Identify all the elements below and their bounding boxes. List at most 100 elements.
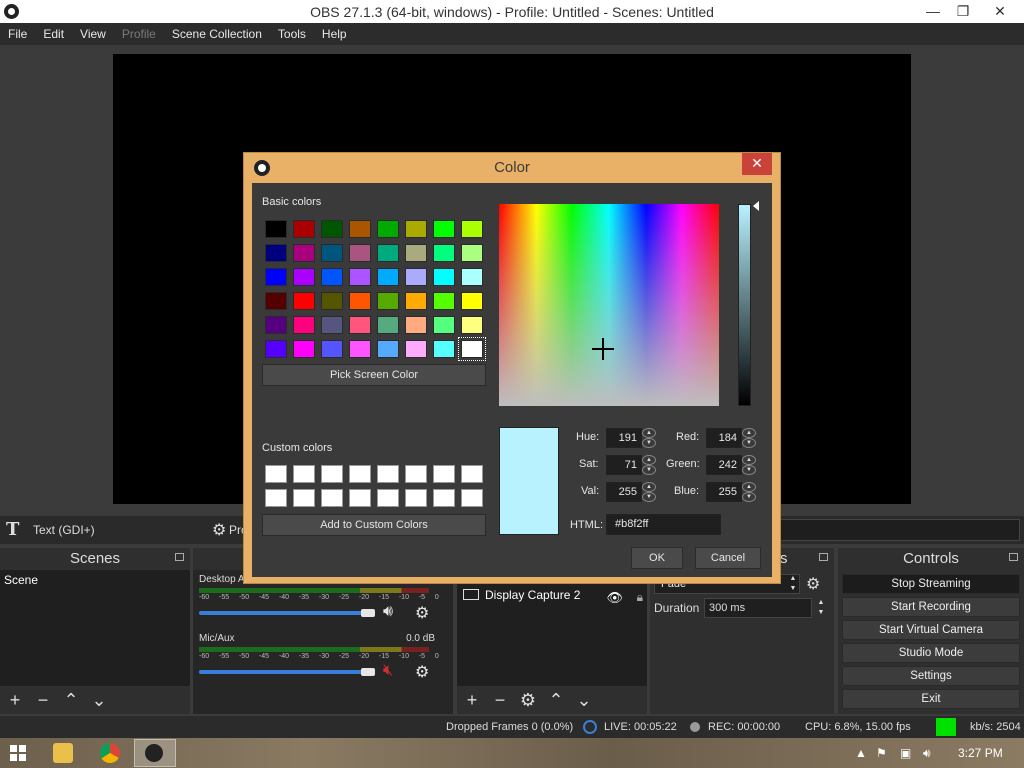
basic-color-swatch[interactable] bbox=[405, 244, 427, 262]
basic-color-swatch[interactable] bbox=[377, 316, 399, 334]
custom-color-swatch[interactable] bbox=[349, 489, 371, 507]
menu-view[interactable]: View bbox=[72, 27, 114, 41]
custom-color-swatch[interactable] bbox=[433, 465, 455, 483]
basic-color-swatch[interactable] bbox=[265, 268, 287, 286]
custom-color-swatch[interactable] bbox=[377, 465, 399, 483]
basic-color-swatch[interactable] bbox=[433, 340, 455, 358]
file-explorer-icon[interactable] bbox=[53, 743, 73, 763]
basic-color-swatch[interactable] bbox=[293, 340, 315, 358]
basic-color-swatch[interactable] bbox=[377, 268, 399, 286]
gear-icon[interactable]: ⚙ bbox=[415, 662, 429, 682]
basic-color-swatch[interactable] bbox=[349, 268, 371, 286]
lock-icon[interactable]: 🔒︎ bbox=[637, 586, 643, 608]
basic-color-swatch[interactable] bbox=[321, 244, 343, 262]
basic-color-swatch[interactable] bbox=[377, 244, 399, 262]
move-up-button[interactable]: ⌃ bbox=[60, 689, 82, 711]
basic-color-swatch[interactable] bbox=[321, 292, 343, 310]
volume-slider[interactable] bbox=[199, 611, 369, 615]
dock-float-icon[interactable] bbox=[819, 553, 828, 561]
basic-color-swatch[interactable] bbox=[461, 292, 483, 310]
basic-color-swatch[interactable] bbox=[433, 268, 455, 286]
hue-field[interactable]: 191 bbox=[606, 428, 642, 448]
menu-help[interactable]: Help bbox=[314, 27, 355, 41]
gear-icon[interactable]: ⚙ bbox=[212, 520, 226, 540]
value-slider-handle-icon[interactable] bbox=[753, 201, 759, 211]
green-field[interactable]: 242 bbox=[706, 455, 742, 475]
value-slider[interactable] bbox=[738, 204, 751, 406]
hue-spinner[interactable]: ▲ ▼ bbox=[642, 428, 656, 448]
basic-color-swatch[interactable] bbox=[265, 316, 287, 334]
basic-color-swatch[interactable] bbox=[293, 268, 315, 286]
cancel-button[interactable]: Cancel bbox=[695, 547, 761, 569]
basic-color-swatch[interactable] bbox=[265, 220, 287, 238]
start-virtual-camera-button[interactable]: Start Virtual Camera bbox=[842, 620, 1020, 640]
add-source-button[interactable]: + bbox=[461, 689, 483, 711]
custom-color-swatch[interactable] bbox=[293, 465, 315, 483]
menu-profile[interactable]: Profile bbox=[114, 27, 164, 41]
gear-icon[interactable]: ⚙ bbox=[806, 574, 820, 594]
source-text-field[interactable] bbox=[770, 519, 1020, 541]
dock-float-icon[interactable] bbox=[1009, 553, 1018, 561]
duration-field[interactable]: 300 ms bbox=[704, 598, 812, 618]
muted-speaker-icon[interactable]: 🔇︎ bbox=[383, 662, 393, 680]
basic-color-swatch[interactable] bbox=[377, 292, 399, 310]
basic-color-swatch[interactable] bbox=[349, 220, 371, 238]
source-properties-button[interactable]: ⚙ bbox=[517, 689, 539, 711]
red-field[interactable]: 184 bbox=[706, 428, 742, 448]
menu-edit[interactable]: Edit bbox=[35, 27, 72, 41]
custom-color-swatch[interactable] bbox=[321, 489, 343, 507]
move-up-button[interactable]: ⌃ bbox=[545, 689, 567, 711]
gear-icon[interactable]: ⚙ bbox=[415, 603, 429, 623]
basic-color-swatch[interactable] bbox=[405, 292, 427, 310]
basic-color-swatch[interactable] bbox=[349, 244, 371, 262]
custom-color-swatch[interactable] bbox=[405, 465, 427, 483]
basic-color-swatch[interactable] bbox=[458, 337, 486, 361]
basic-color-swatch[interactable] bbox=[293, 316, 315, 334]
stop-streaming-button[interactable]: Stop Streaming bbox=[842, 574, 1020, 594]
start-recording-button[interactable]: Start Recording bbox=[842, 597, 1020, 617]
dialog-close-button[interactable]: ✕ bbox=[742, 153, 772, 175]
basic-color-swatch[interactable] bbox=[321, 268, 343, 286]
menu-tools[interactable]: Tools bbox=[270, 27, 314, 41]
basic-color-swatch[interactable] bbox=[349, 316, 371, 334]
action-center-icon[interactable]: ⚑ bbox=[876, 746, 887, 760]
custom-color-swatch[interactable] bbox=[265, 465, 287, 483]
exit-button[interactable]: Exit bbox=[842, 689, 1020, 709]
basic-color-swatch[interactable] bbox=[293, 220, 315, 238]
custom-color-swatch[interactable] bbox=[405, 489, 427, 507]
basic-color-swatch[interactable] bbox=[405, 268, 427, 286]
basic-color-swatch[interactable] bbox=[265, 292, 287, 310]
custom-color-swatch[interactable] bbox=[433, 489, 455, 507]
basic-color-swatch[interactable] bbox=[293, 292, 315, 310]
custom-color-swatch[interactable] bbox=[349, 465, 371, 483]
scene-item[interactable]: Scene bbox=[0, 570, 190, 590]
volume-slider-handle[interactable] bbox=[361, 668, 375, 676]
basic-color-swatch[interactable] bbox=[405, 220, 427, 238]
restore-button[interactable]: ❐ bbox=[948, 0, 978, 23]
blue-spinner[interactable]: ▲ ▼ bbox=[742, 482, 756, 502]
transition-down-icon[interactable]: ▼ bbox=[786, 584, 800, 594]
eye-icon[interactable]: 👁︎ bbox=[606, 587, 623, 609]
basic-color-swatch[interactable] bbox=[265, 244, 287, 262]
move-down-button[interactable]: ⌄ bbox=[88, 689, 110, 711]
basic-color-swatch[interactable] bbox=[461, 268, 483, 286]
sat-field[interactable]: 71 bbox=[606, 455, 642, 475]
basic-color-swatch[interactable] bbox=[321, 220, 343, 238]
sat-spinner[interactable]: ▲ ▼ bbox=[642, 455, 656, 475]
pick-screen-color-button[interactable]: Pick Screen Color bbox=[262, 364, 486, 386]
green-spinner[interactable]: ▲ ▼ bbox=[742, 455, 756, 475]
studio-mode-button[interactable]: Studio Mode bbox=[842, 643, 1020, 663]
val-field[interactable]: 255 bbox=[606, 482, 642, 502]
move-down-button[interactable]: ⌄ bbox=[573, 689, 595, 711]
menu-file[interactable]: File bbox=[0, 27, 35, 41]
custom-color-swatch[interactable] bbox=[293, 489, 315, 507]
minimize-button[interactable]: — bbox=[918, 0, 948, 23]
remove-source-button[interactable]: − bbox=[489, 689, 511, 711]
volume-slider-handle[interactable] bbox=[361, 609, 375, 617]
transition-up-icon[interactable]: ▲ bbox=[786, 574, 800, 584]
basic-color-swatch[interactable] bbox=[405, 340, 427, 358]
clock[interactable]: 3:27 PM bbox=[958, 746, 1003, 760]
menu-scene-collection[interactable]: Scene Collection bbox=[164, 27, 270, 41]
basic-color-swatch[interactable] bbox=[433, 220, 455, 238]
tray-expand-icon[interactable]: ▲ bbox=[855, 746, 867, 760]
